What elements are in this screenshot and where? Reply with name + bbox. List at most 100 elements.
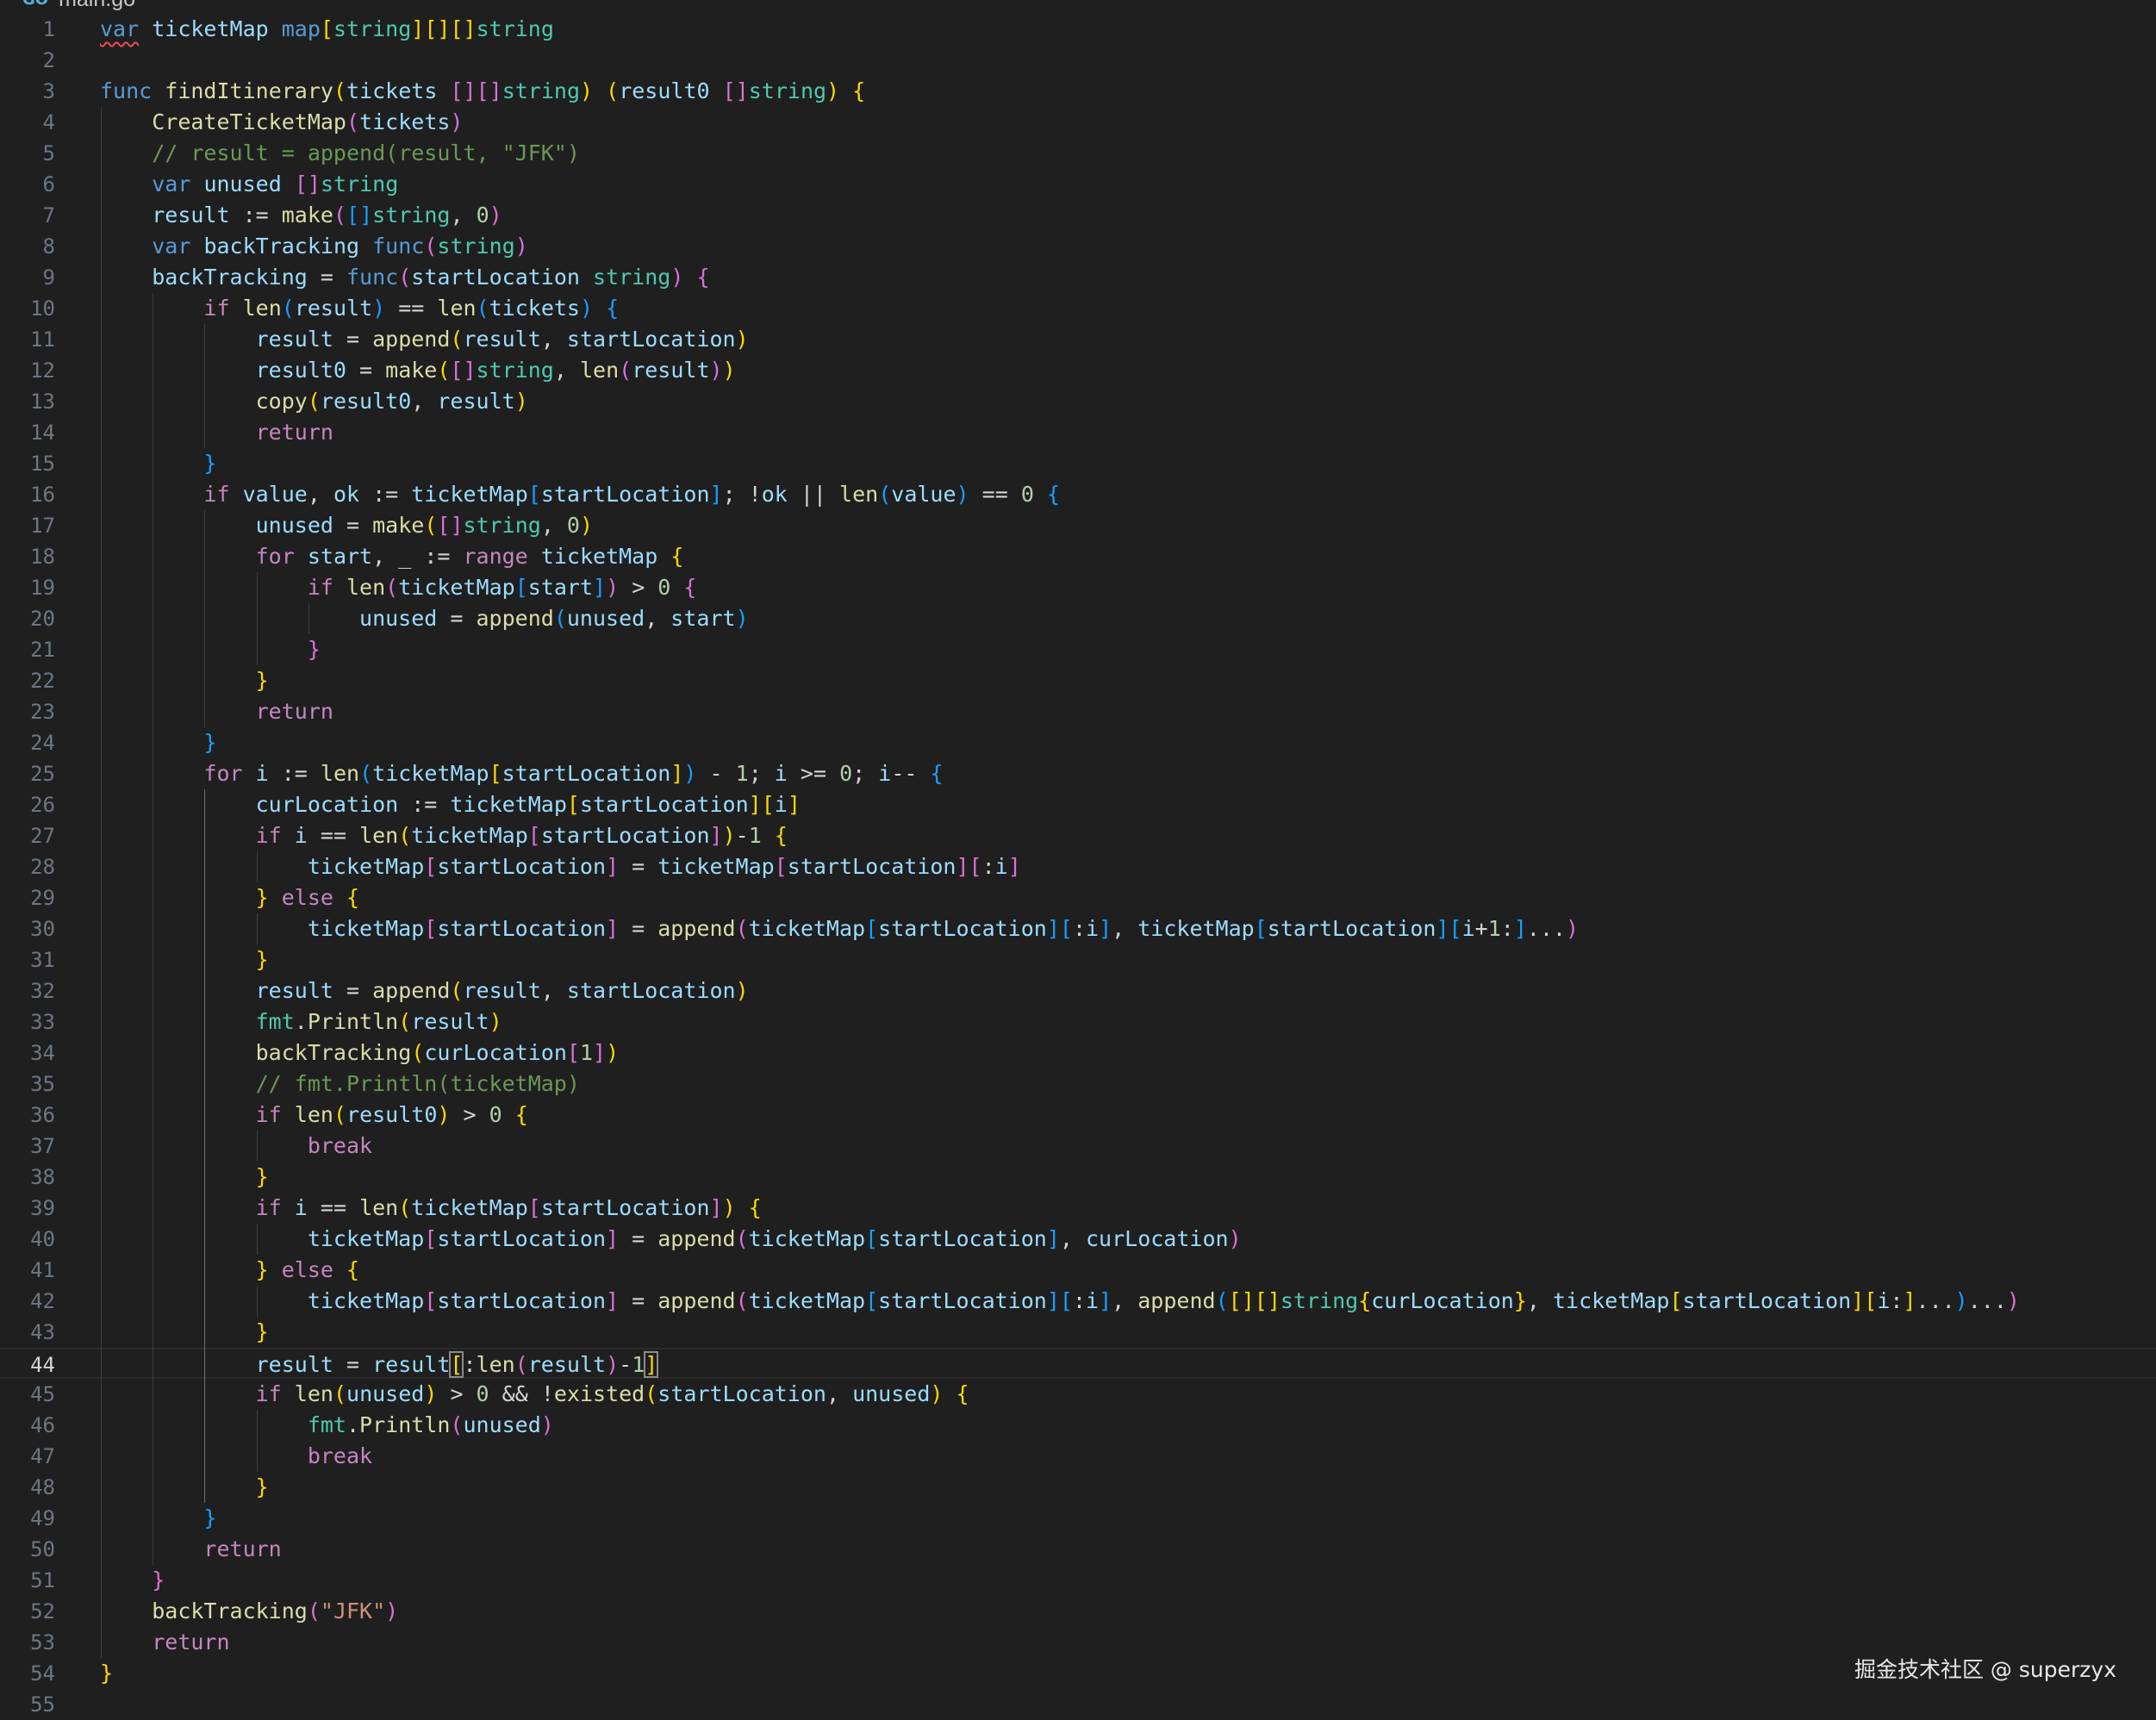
tab-main-go[interactable]: GO main.go [22, 0, 135, 12]
watermark: 掘金技术社区 @ superzyx [1854, 1657, 2116, 1682]
code-line[interactable]: 35 // fmt.Println(ticketMap) [0, 1069, 2156, 1100]
code-line[interactable]: 30 ticketMap[startLocation] = append(tic… [0, 913, 2156, 944]
code-line[interactable]: 29 } else { [0, 882, 2156, 913]
code-line[interactable]: 42 ticketMap[startLocation] = append(tic… [0, 1286, 2156, 1317]
code-token: append [1137, 1288, 1216, 1313]
code-line[interactable]: 16 if value, ok := ticketMap[startLocati… [0, 479, 2156, 510]
code-line[interactable]: 7 result := make([]string, 0) [0, 200, 2156, 231]
code-token: result [294, 296, 373, 321]
code-token: ] [709, 823, 723, 848]
code-line[interactable]: 38 } [0, 1162, 2156, 1193]
code-line[interactable]: 49 } [0, 1503, 2156, 1534]
code-line[interactable]: 52 backTracking("JFK") [0, 1596, 2156, 1627]
code-line[interactable]: 21 } [0, 634, 2156, 665]
code-token: range [463, 544, 528, 569]
code-line[interactable]: 4 CreateTicketMap(tickets) [0, 107, 2156, 138]
code-line[interactable]: 48 } [0, 1472, 2156, 1503]
code-line[interactable]: 27 if i == len(ticketMap[startLocation])… [0, 820, 2156, 851]
code-token: [ [566, 792, 580, 817]
code-token: curLocation [255, 792, 399, 817]
code-line[interactable]: 34 backTracking(curLocation[1]) [0, 1038, 2156, 1069]
code-token: = [333, 513, 373, 538]
code-line[interactable]: 15 } [0, 448, 2156, 479]
code-line[interactable]: 25 for i := len(ticketMap[startLocation]… [0, 758, 2156, 789]
code-line[interactable]: 17 unused = make([]string, 0) [0, 510, 2156, 541]
code-token: ticketMap [450, 792, 567, 817]
code-text: if len(unused) > 0 && !existed(startLoca… [100, 1379, 969, 1410]
code-line[interactable]: 14 return [0, 417, 2156, 448]
code-token: startLocation [437, 916, 607, 941]
code-token: ( [645, 1381, 658, 1406]
code-line[interactable]: 54} [0, 1658, 2156, 1689]
code-line[interactable]: 19 if len(ticketMap[start]) > 0 { [0, 572, 2156, 603]
code-token: -- [891, 761, 931, 786]
code-line[interactable]: 11 result = append(result, startLocation… [0, 324, 2156, 355]
code-line[interactable]: 24 } [0, 727, 2156, 758]
code-token: ticketMap [307, 854, 425, 879]
code-line[interactable]: 44 result = result[:len(result)-1] [0, 1348, 2156, 1379]
code-line[interactable]: 10 if len(result) == len(tickets) { [0, 293, 2156, 324]
code-line[interactable]: 12 result0 = make([]string, len(result)) [0, 355, 2156, 386]
code-line[interactable]: 45 if len(unused) > 0 && !existed(startL… [0, 1379, 2156, 1410]
code-line[interactable]: 32 result = append(result, startLocation… [0, 975, 2156, 1006]
code-line[interactable]: 6 var unused []string [0, 169, 2156, 200]
code-line[interactable]: 18 for start, _ := range ticketMap { [0, 541, 2156, 572]
code-line[interactable]: 33 fmt.Println(result) [0, 1006, 2156, 1038]
code-line[interactable]: 2 [0, 45, 2156, 76]
code-line[interactable]: 26 curLocation := ticketMap[startLocatio… [0, 789, 2156, 820]
indent-guide [101, 107, 102, 1658]
code-text: for i := len(ticketMap[startLocation]) -… [100, 758, 943, 789]
code-line[interactable]: 55 [0, 1689, 2156, 1720]
code-line[interactable]: 9 backTracking = func(startLocation stri… [0, 262, 2156, 293]
code-token: ( [450, 327, 464, 352]
code-line[interactable]: 22 } [0, 665, 2156, 696]
code-line[interactable]: 20 unused = append(unused, start) [0, 603, 2156, 634]
code-line[interactable]: 23 return [0, 696, 2156, 727]
code-text: if i == len(ticketMap[startLocation])-1 … [100, 820, 788, 851]
code-line[interactable]: 1 var ticketMap map[string][][]string [0, 14, 2156, 45]
code-line[interactable]: 43 } [0, 1317, 2156, 1348]
code-line[interactable]: 46 fmt.Println(unused) [0, 1410, 2156, 1441]
code-line[interactable]: 40 ticketMap[startLocation] = append(tic… [0, 1224, 2156, 1255]
code-editor[interactable]: 1 var ticketMap map[string][][]string 2 3 fu… [0, 14, 2156, 1717]
code-line[interactable]: 37 break [0, 1131, 2156, 1162]
code-line[interactable]: 47 break [0, 1441, 2156, 1472]
indent-guide [204, 510, 206, 727]
code-token: if [255, 1195, 282, 1220]
indent-guide [204, 324, 206, 448]
code-line[interactable]: 39 if i == len(ticketMap[startLocation])… [0, 1193, 2156, 1224]
code-line[interactable]: 50 return [0, 1534, 2156, 1565]
code-line[interactable]: 3 func findItinerary(tickets [][]string) … [0, 76, 2156, 107]
code-token: value [242, 482, 308, 507]
line-number: 38 [30, 1165, 55, 1189]
code-token: start [307, 544, 373, 569]
code-token: append [372, 978, 451, 1003]
code-token: { [606, 296, 620, 321]
code-line[interactable]: 51 } [0, 1565, 2156, 1596]
code-line[interactable]: 36 if len(result0) > 0 { [0, 1100, 2156, 1131]
code-token: fmt [255, 1009, 295, 1034]
code-line[interactable]: 5 // result = append(result, "JFK") [0, 138, 2156, 169]
code-line[interactable]: 41 } else { [0, 1255, 2156, 1286]
code-token: result0 [346, 1102, 438, 1127]
code-token: [ [450, 16, 464, 41]
code-token: ] [606, 854, 620, 879]
code-token: ] [1851, 1288, 1865, 1313]
code-line[interactable]: 13 copy(result0, result) [0, 386, 2156, 417]
code-line[interactable]: 31 } [0, 944, 2156, 975]
code-token: , [645, 606, 671, 631]
code-token: [ [424, 16, 438, 41]
code-line[interactable]: 53 return [0, 1627, 2156, 1658]
code-line[interactable]: 28 ticketMap[startLocation] = ticketMap[… [0, 851, 2156, 882]
code-line[interactable]: 8 var backTracking func(string) [0, 231, 2156, 262]
